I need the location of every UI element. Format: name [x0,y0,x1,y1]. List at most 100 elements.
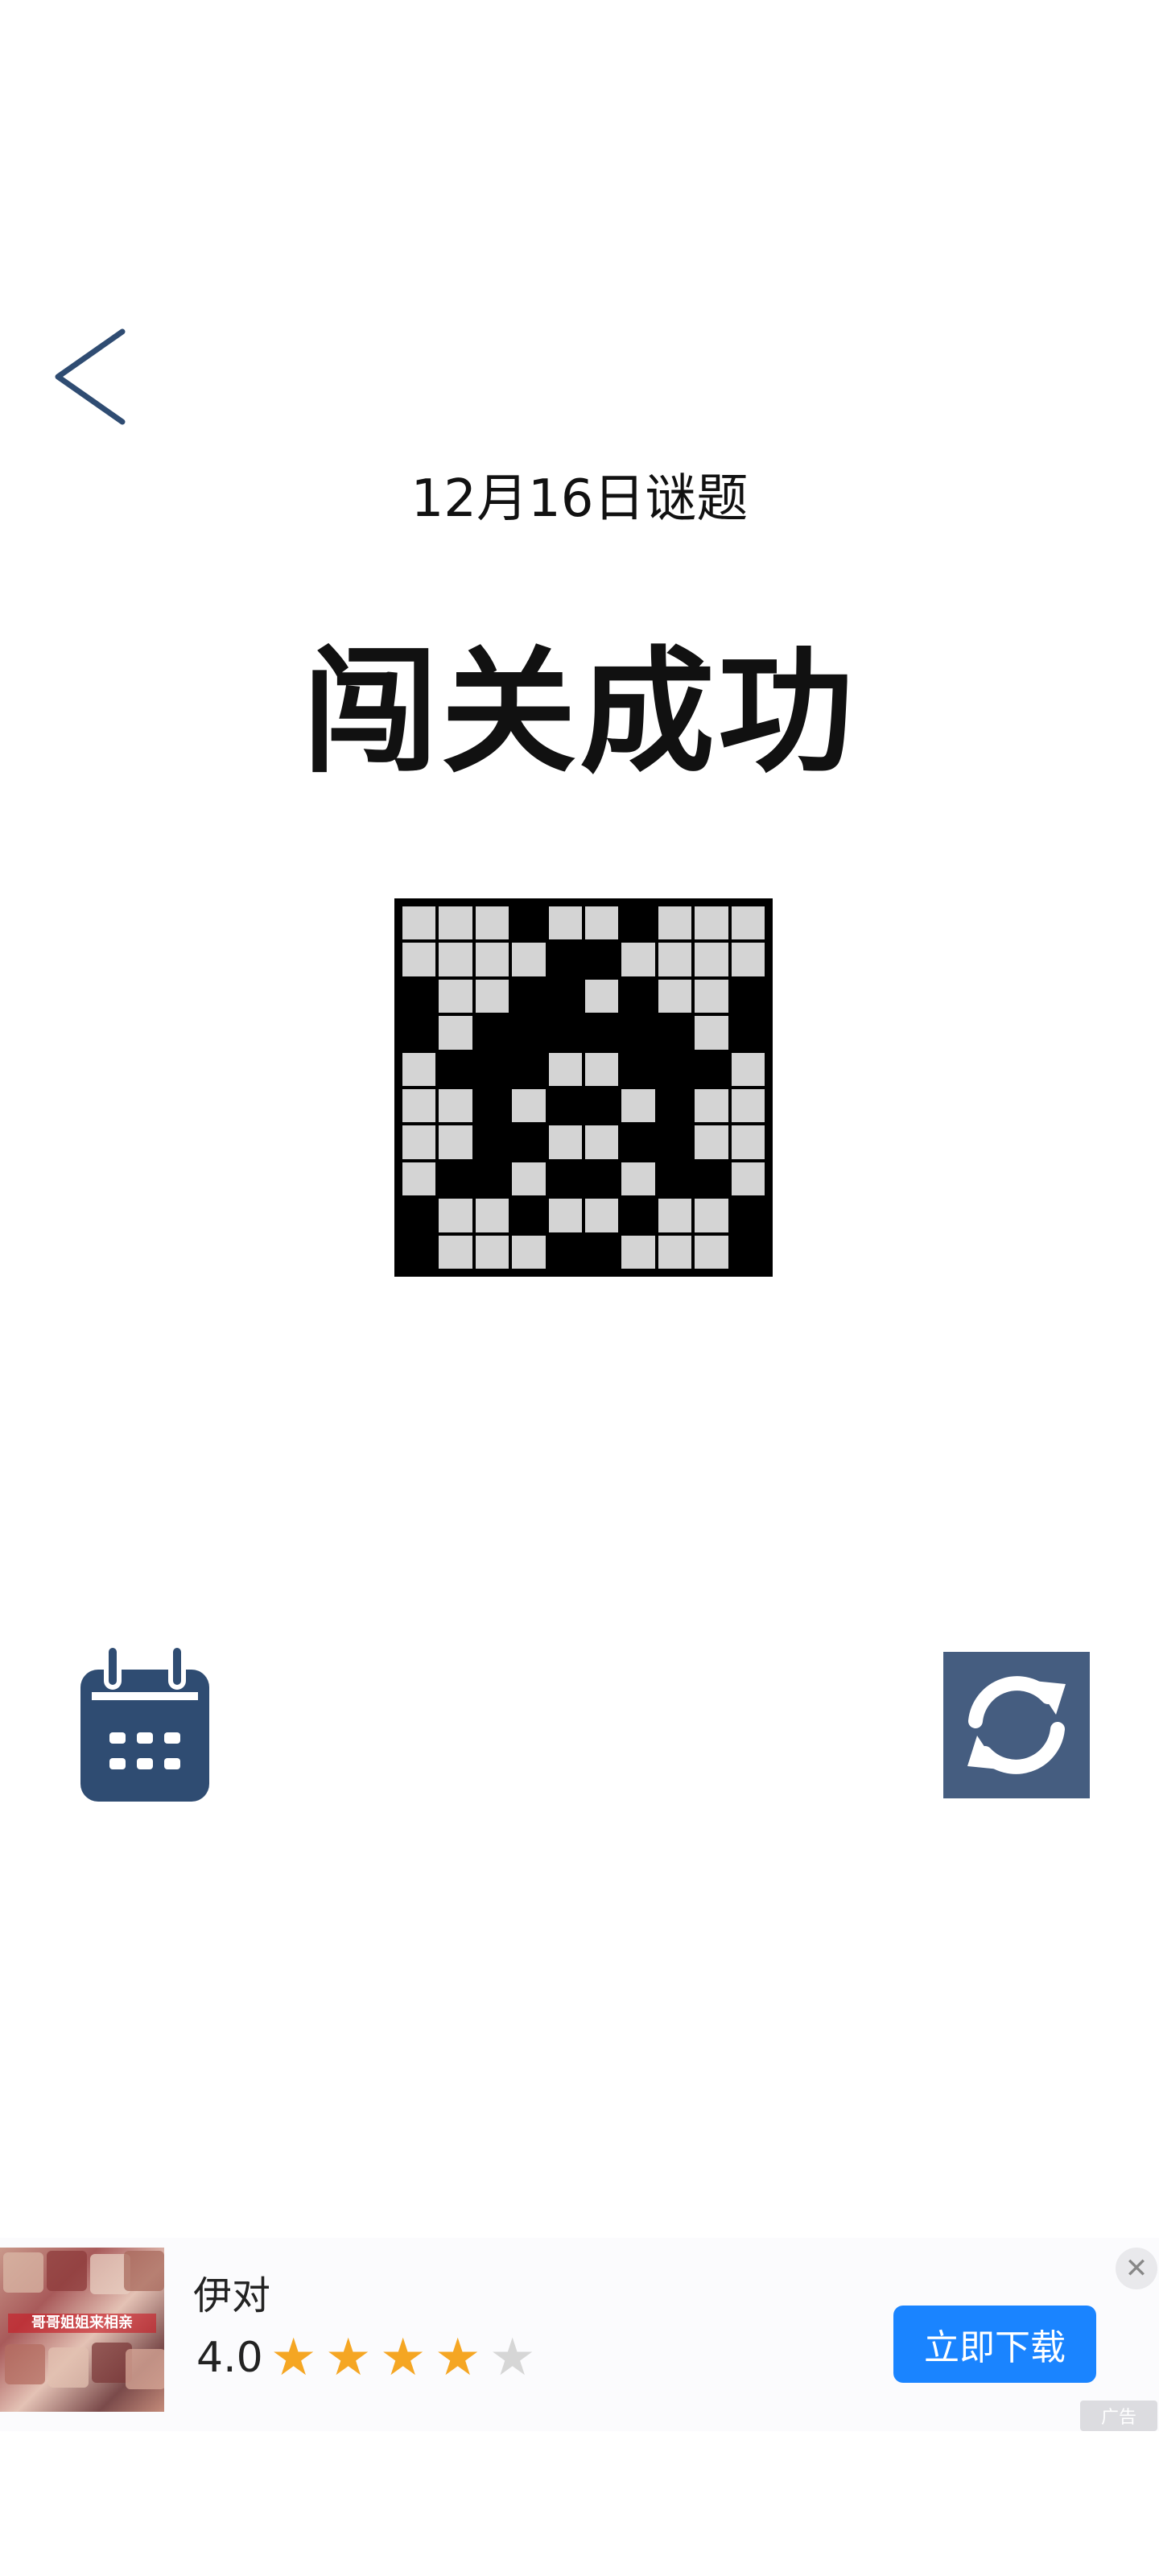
thumbnail-tile [3,2252,43,2293]
download-button[interactable]: 立即下载 [893,2306,1096,2383]
filled-cell [731,1199,765,1232]
filled-cell [658,1125,692,1159]
empty-cell [402,1052,436,1086]
filled-cell [548,1235,582,1269]
filled-cell [439,1162,472,1196]
filled-cell [695,1162,728,1196]
empty-cell [658,979,692,1013]
empty-cell [548,1125,582,1159]
empty-cell [512,943,546,976]
filled-cell [658,1162,692,1196]
filled-cell [548,1089,582,1123]
empty-cell [402,1125,436,1159]
empty-cell [475,979,509,1013]
empty-cell [658,906,692,940]
empty-cell [548,1052,582,1086]
thumbnail-tile [48,2347,89,2388]
empty-cell [695,906,728,940]
filled-cell [585,943,619,976]
empty-cell [695,1089,728,1123]
empty-cell [439,906,472,940]
filled-cell [548,1162,582,1196]
empty-cell [439,1125,472,1159]
puzzle-grid [402,906,765,1269]
filled-cell [512,906,546,940]
filled-cell [585,1235,619,1269]
ad-thumbnail[interactable]: 哥哥姐姐来相亲 [0,2248,164,2412]
filled-cell [731,1235,765,1269]
filled-cell [475,1052,509,1086]
filled-cell [621,1125,655,1159]
filled-cell [512,979,546,1013]
empty-cell [439,979,472,1013]
empty-cell [475,943,509,976]
puzzle-board [394,898,773,1277]
filled-cell [402,1235,436,1269]
calendar-icon [80,1645,209,1802]
filled-cell [621,1199,655,1232]
empty-cell [585,1052,619,1086]
empty-cell [695,979,728,1013]
empty-cell [658,1199,692,1232]
puzzle-result-page: 12月16日谜题 闯关成功 哥哥姐姐来相亲 伊对 4.0 ★ ★ ★ ★ ★ 立… [0,0,1159,2576]
filled-cell [475,1162,509,1196]
filled-cell [658,1052,692,1086]
close-ad-button[interactable]: ✕ [1116,2248,1157,2289]
filled-cell [475,1016,509,1050]
empty-cell [731,1089,765,1123]
filled-cell [402,979,436,1013]
empty-cell [439,1235,472,1269]
filled-cell [658,1016,692,1050]
filled-cell [512,1125,546,1159]
refresh-button[interactable] [943,1652,1090,1798]
filled-cell [548,979,582,1013]
empty-cell [695,1199,728,1232]
empty-cell [439,943,472,976]
empty-cell [695,1125,728,1159]
filled-cell [731,979,765,1013]
thumbnail-tile [5,2344,45,2384]
filled-cell [658,1089,692,1123]
empty-cell [621,943,655,976]
empty-cell [658,943,692,976]
empty-cell [402,1162,436,1196]
filled-cell [402,1016,436,1050]
empty-cell [731,906,765,940]
filled-cell [512,1199,546,1232]
thumbnail-caption: 哥哥姐姐来相亲 [8,2314,156,2333]
empty-cell [621,1162,655,1196]
ad-banner[interactable]: 哥哥姐姐来相亲 伊对 4.0 ★ ★ ★ ★ ★ 立即下载 ✕ 广告 [0,2238,1159,2431]
empty-cell [512,1162,546,1196]
empty-cell [695,943,728,976]
empty-cell [475,906,509,940]
rating-stars: ★ ★ ★ ★ ★ [266,2331,540,2384]
thumbnail-tile [47,2251,87,2291]
empty-cell [439,1199,472,1232]
empty-cell [402,1089,436,1123]
filled-cell [475,1089,509,1123]
star-filled-icon: ★ [435,2328,481,2388]
empty-cell [695,1016,728,1050]
calendar-button[interactable] [80,1645,209,1802]
filled-cell [548,943,582,976]
filled-cell [585,1162,619,1196]
empty-cell [621,1089,655,1123]
filled-cell [621,1016,655,1050]
empty-cell [512,1089,546,1123]
star-filled-icon: ★ [380,2328,427,2388]
back-button[interactable] [45,322,135,431]
chevron-left-icon [55,328,126,425]
ad-badge: 广告 [1080,2401,1157,2431]
filled-cell [585,1016,619,1050]
empty-cell [731,1052,765,1086]
empty-cell [585,979,619,1013]
empty-cell [439,1089,472,1123]
filled-cell [512,1052,546,1086]
empty-cell [585,1199,619,1232]
result-title: 闯关成功 [303,634,856,791]
thumbnail-tile [124,2251,164,2291]
puzzle-date-title: 12月16日谜题 [410,469,749,529]
filled-cell [621,906,655,940]
filled-cell [512,1016,546,1050]
empty-cell [731,1162,765,1196]
